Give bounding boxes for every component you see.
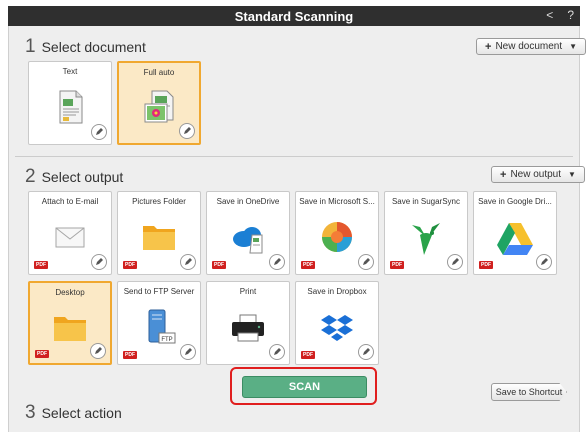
photo-document-icon <box>144 90 174 123</box>
output-card-dropbox[interactable]: Save in Dropbox PDF <box>295 281 379 365</box>
card-label: Save in Dropbox <box>307 287 367 296</box>
step-label: Select action <box>41 405 122 421</box>
chevron-down-icon: ▼ <box>568 170 576 179</box>
edit-pencil-icon[interactable] <box>90 343 106 359</box>
section-select-output: 2 Select output <box>25 166 123 188</box>
edit-pencil-icon[interactable] <box>180 344 196 360</box>
document-card-full-auto[interactable]: Full auto <box>117 61 201 145</box>
pdf-badge: PDF <box>35 350 49 358</box>
pdf-badge: PDF <box>123 351 137 359</box>
printer-icon <box>232 314 264 342</box>
new-output-button[interactable]: + New output ▼ <box>491 166 585 183</box>
sugarsync-icon <box>412 223 440 255</box>
new-document-button[interactable]: + New document ▼ <box>476 38 587 55</box>
output-card-desktop[interactable]: Desktop PDF <box>28 281 112 365</box>
edit-pencil-icon[interactable] <box>269 344 285 360</box>
svg-text:FTP: FTP <box>161 337 172 343</box>
pdf-badge: PDF <box>390 261 404 269</box>
envelope-icon <box>55 227 85 248</box>
edit-pencil-icon[interactable] <box>179 123 195 139</box>
edit-pencil-icon[interactable] <box>91 254 107 270</box>
google-drive-icon <box>497 223 533 255</box>
card-label: Attach to E-mail <box>41 197 99 206</box>
pdf-badge: PDF <box>479 261 493 269</box>
output-card-print[interactable]: Print <box>206 281 290 365</box>
pdf-badge: PDF <box>212 261 226 269</box>
section-select-document: 1 Select document <box>25 36 146 58</box>
card-label: Save in Microsoft S... <box>299 197 375 206</box>
step-number: 2 <box>25 166 36 187</box>
text-document-icon <box>59 90 83 124</box>
pdf-badge: PDF <box>123 261 137 269</box>
card-label: Text <box>62 67 78 76</box>
step-number: 3 <box>25 402 36 423</box>
edit-pencil-icon[interactable] <box>180 254 196 270</box>
help-icon[interactable]: ? <box>567 8 574 22</box>
output-card-pictures-folder[interactable]: Pictures Folder PDF <box>117 191 201 275</box>
card-label: Send to FTP Server <box>123 287 195 296</box>
step-number: 1 <box>25 36 36 57</box>
plus-icon: + <box>485 40 492 53</box>
step-label: Select document <box>41 39 146 55</box>
edit-pencil-icon[interactable] <box>447 254 463 270</box>
card-label: Save in OneDrive <box>216 197 280 206</box>
plus-icon: + <box>500 168 507 181</box>
ftp-server-icon: FTP <box>148 309 176 344</box>
edit-pencil-icon[interactable] <box>91 124 107 140</box>
output-card-google-drive[interactable]: Save in Google Dri... PDF <box>473 191 557 275</box>
folder-icon <box>143 226 175 250</box>
edit-pencil-icon[interactable] <box>269 254 285 270</box>
sharepoint-icon <box>322 222 352 252</box>
output-card-microsoft-sharepoint[interactable]: Save in Microsoft S... PDF <box>295 191 379 275</box>
section-select-action: 3 Select action <box>25 402 122 424</box>
pdf-badge: PDF <box>301 351 315 359</box>
scan-highlight: SCAN <box>230 367 377 405</box>
section-divider <box>15 156 573 157</box>
folder-icon <box>54 317 86 341</box>
window-title: Standard Scanning <box>234 8 354 24</box>
scan-button[interactable]: SCAN <box>242 376 367 398</box>
chevron-down-icon: ▼ <box>569 42 578 51</box>
card-label: Save in SugarSync <box>391 197 461 206</box>
document-card-text[interactable]: Text <box>28 61 112 145</box>
edit-pencil-icon[interactable] <box>536 254 552 270</box>
title-bar: Standard Scanning < ? <box>8 6 580 26</box>
step-label: Select output <box>41 169 124 185</box>
pdf-badge: PDF <box>301 261 315 269</box>
card-label: Print <box>239 287 257 296</box>
back-icon[interactable]: < <box>546 8 553 22</box>
save-to-shortcut-button[interactable]: Save to Shortcut <box>491 383 567 401</box>
card-label: Desktop <box>55 288 85 297</box>
output-card-sugarsync[interactable]: Save in SugarSync PDF <box>384 191 468 275</box>
output-card-onedrive[interactable]: Save in OneDrive PDF <box>206 191 290 275</box>
pdf-badge: PDF <box>34 261 48 269</box>
edit-pencil-icon[interactable] <box>358 344 374 360</box>
card-label: Pictures Folder <box>132 197 186 206</box>
output-card-ftp-server[interactable]: Send to FTP Server FTP PDF <box>117 281 201 365</box>
output-card-attach-to-email[interactable]: Attach to E-mail PDF <box>28 191 112 275</box>
edit-pencil-icon[interactable] <box>358 254 374 270</box>
onedrive-icon <box>233 227 263 254</box>
card-label: Full auto <box>143 68 175 77</box>
card-label: Save in Google Dri... <box>478 197 552 206</box>
dropbox-icon <box>321 315 353 341</box>
